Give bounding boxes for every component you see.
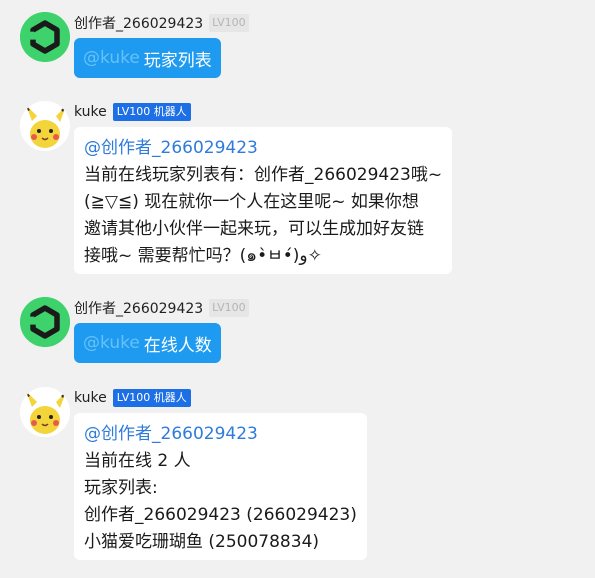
- mention[interactable]: @kuke: [83, 333, 140, 353]
- mention[interactable]: @创作者_266029423: [84, 135, 442, 162]
- message-header: kuke LV100 机器人: [74, 387, 191, 409]
- message-line: 当前在线玩家列表有：创作者_266029423哦~: [84, 165, 443, 185]
- sender-name[interactable]: kuke: [74, 390, 107, 406]
- level-badge: LV100: [209, 299, 249, 317]
- message-line: 接哦~ 需要帮忙吗？(๑•̀ㅂ•́)و✧: [84, 246, 322, 266]
- hexagon-logo-icon: [20, 297, 70, 347]
- user-avatar[interactable]: [20, 12, 70, 62]
- message-line: 当前在线 2 人: [84, 451, 191, 471]
- message-line: 邀请其他小伙伴一起来玩，可以生成加好友链: [84, 219, 424, 239]
- message-bubble: @kuke 在线人数: [74, 323, 221, 363]
- bot-badge: LV100 机器人: [112, 389, 191, 407]
- hexagon-logo-icon: [20, 12, 70, 62]
- sender-name[interactable]: 创作者_266029423: [74, 298, 203, 318]
- user-avatar[interactable]: [20, 297, 70, 347]
- message-bubble: @kuke 玩家列表: [74, 38, 221, 78]
- pikachu-avatar-icon: [20, 101, 70, 151]
- bot-avatar[interactable]: [20, 387, 70, 437]
- bot-avatar[interactable]: [20, 101, 70, 151]
- message-line: 创作者_266029423 (266029423): [84, 505, 357, 525]
- message-bubble: @创作者_266029423 当前在线 2 人 玩家列表: 创作者_266029…: [74, 413, 367, 560]
- message-header: kuke LV100 机器人: [74, 101, 191, 123]
- sender-name[interactable]: 创作者_266029423: [74, 13, 203, 33]
- mention[interactable]: @kuke: [83, 48, 140, 68]
- message-line: 玩家列表:: [84, 478, 158, 498]
- message-header: 创作者_266029423 LV100: [74, 12, 249, 34]
- mention[interactable]: @创作者_266029423: [84, 421, 357, 448]
- bot-badge: LV100 机器人: [112, 103, 191, 121]
- message-line: 小猫爱吃珊瑚鱼 (250078834): [84, 532, 320, 552]
- level-badge: LV100: [209, 14, 249, 32]
- pikachu-avatar-icon: [20, 387, 70, 437]
- message-text: 在线人数: [143, 335, 212, 356]
- message-header: 创作者_266029423 LV100: [74, 297, 249, 319]
- message-line: (≧▽≦) 现在就你一个人在这里呢~ 如果你想: [84, 192, 419, 212]
- message-text: 玩家列表: [143, 50, 212, 71]
- sender-name[interactable]: kuke: [74, 104, 107, 120]
- message-bubble: @创作者_266029423 当前在线玩家列表有：创作者_266029423哦~…: [74, 127, 453, 274]
